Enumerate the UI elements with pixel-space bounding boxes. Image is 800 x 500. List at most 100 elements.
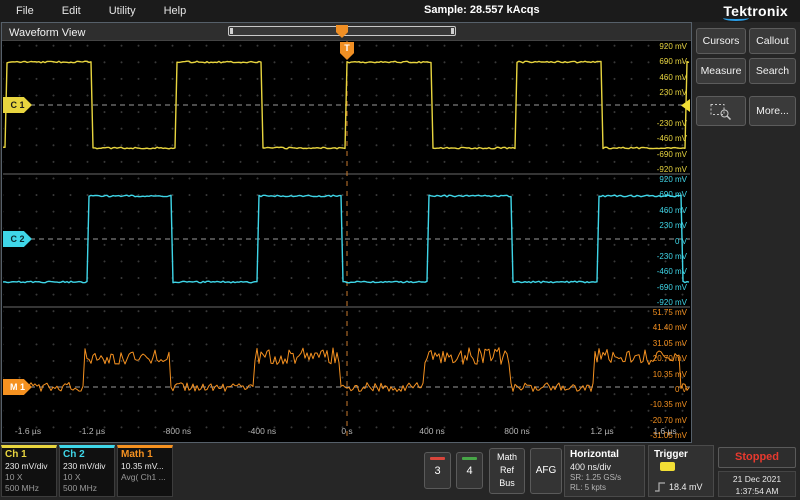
channel-badge-line: 500 MHz <box>5 483 53 494</box>
scale-label: 690 mV <box>635 190 687 199</box>
afg-label: AFG <box>536 465 557 476</box>
math1-badge[interactable]: Math 110.35 mV...Avg( Ch1 ... <box>117 445 173 497</box>
channel-badge-line: 10 X <box>63 472 111 483</box>
ref-label: Ref <box>490 464 524 477</box>
channel-3-button[interactable]: 3 <box>424 452 451 489</box>
scale-label: 460 mV <box>635 73 687 82</box>
horizontal-title: Horizontal <box>570 449 639 461</box>
math-ref-bus-button[interactable]: MathRefBus <box>489 448 525 494</box>
tektronix-logo: Tektronix <box>723 3 788 19</box>
horizontal-record-length: RL: 5 kpts <box>570 483 639 493</box>
time-value: 1:37:54 AM <box>719 485 795 497</box>
scale-label: 460 mV <box>635 206 687 215</box>
scale-label: -920 mV <box>635 165 687 174</box>
menu-file[interactable]: File <box>4 5 50 17</box>
channel-4-label: 4 <box>466 465 472 477</box>
waveform-trace-m1 <box>3 348 689 392</box>
scale-label: 0 V <box>635 385 687 394</box>
time-label: 1.2 µs <box>579 426 625 436</box>
date-value: 21 Dec 2021 <box>719 473 795 485</box>
scale-label: 920 mV <box>635 175 687 184</box>
channel-badge-name: Ch 2 <box>63 449 111 461</box>
control-panel: CursorsCalloutMeasureSearch More... <box>692 22 800 443</box>
oscilloscope-screen: FileEditUtilityHelp Sample: 28.557 kAcqs… <box>0 0 800 500</box>
channel-badge-line: 230 mV/div <box>5 461 53 472</box>
channel-badge-name: Math 1 <box>121 449 169 461</box>
scale-label: -920 mV <box>635 298 687 307</box>
settings-bar: Ch 1230 mV/div10 X500 MHzCh 2230 mV/div1… <box>0 443 800 500</box>
menu-help[interactable]: Help <box>152 5 203 17</box>
scale-label: 51.75 mV <box>635 308 687 317</box>
scale-label: 31.05 mV <box>635 339 687 348</box>
trigger-settings[interactable]: Trigger 18.4 mV <box>648 445 714 497</box>
waveform-view: Waveform View T 920 mV 690 mV 460 mV 230 mV… <box>1 22 692 443</box>
scale-label: -20.70 mV <box>635 416 687 425</box>
time-label: 1.6 µs <box>642 426 688 436</box>
acquisition-status-button[interactable]: Stopped <box>718 447 796 468</box>
scale-label: -460 mV <box>635 267 687 276</box>
menu-bar: FileEditUtilityHelp Sample: 28.557 kAcqs… <box>0 0 800 22</box>
time-label: -1.6 µs <box>5 426 51 436</box>
scale-label: -690 mV <box>635 150 687 159</box>
waveform-view-header: Waveform View <box>2 23 691 41</box>
channel-badge-line: 230 mV/div <box>63 461 111 472</box>
horizontal-sample-rate: SR: 1.25 GS/s <box>570 473 639 483</box>
scale-label: 920 mV <box>635 42 687 51</box>
scale-label: 41.40 mV <box>635 323 687 332</box>
scale-label: -460 mV <box>635 134 687 143</box>
math-label: Math <box>490 451 524 464</box>
trigger-title: Trigger <box>654 449 688 460</box>
trigger-source-badge <box>660 462 675 471</box>
sample-status: Sample: 28.557 kAcqs <box>424 4 540 16</box>
cursors-button[interactable]: Cursors <box>696 28 746 54</box>
horizontal-scale-value: 400 ns/div <box>570 461 639 473</box>
logo-swoosh-icon <box>723 15 749 21</box>
time-label: 0 s <box>324 426 370 436</box>
afg-button[interactable]: AFG <box>530 448 562 494</box>
channel-badge-line: 500 MHz <box>63 483 111 494</box>
time-label: 800 ns <box>494 426 540 436</box>
menu-bar-items: FileEditUtilityHelp <box>4 0 202 22</box>
trigger-indicator-label: T <box>344 43 350 53</box>
channel-badge-line: 10 X <box>5 472 53 483</box>
scale-label: 690 mV <box>635 57 687 66</box>
time-label: -800 ns <box>154 426 200 436</box>
more-button[interactable]: More... <box>749 96 796 126</box>
time-label: 400 ns <box>409 426 455 436</box>
scale-label: 0 V <box>635 237 687 246</box>
datetime-display: 21 Dec 2021 1:37:54 AM <box>718 471 796 497</box>
waveform-view-title: Waveform View <box>2 27 85 39</box>
scale-label: 230 mV <box>635 88 687 97</box>
callout-button[interactable]: Callout <box>749 28 796 54</box>
channel-4-color-dash <box>462 457 477 460</box>
trigger-level-value: 18.4 mV <box>669 481 703 493</box>
search-button[interactable]: Search <box>749 58 796 84</box>
scale-label: -690 mV <box>635 283 687 292</box>
scale-label: -230 mV <box>635 252 687 261</box>
menu-utility[interactable]: Utility <box>97 5 152 17</box>
scale-label: -230 mV <box>635 119 687 128</box>
channel-3-label: 3 <box>434 465 440 477</box>
scale-label: 10.35 mV <box>635 370 687 379</box>
bus-label: Bus <box>490 477 524 490</box>
measure-button[interactable]: Measure <box>696 58 746 84</box>
plot-area[interactable]: T 920 mV 690 mV 460 mV 230 mV -230 mV -460 mV… <box>3 41 690 440</box>
channel-badge-name: Ch 1 <box>5 449 53 461</box>
scale-label: 20.70 mV <box>635 354 687 363</box>
menu-edit[interactable]: Edit <box>50 5 97 17</box>
zoom-mode-button[interactable] <box>696 96 746 126</box>
channel-3-color-dash <box>430 457 445 460</box>
zoom-overlay-icon <box>710 103 732 120</box>
time-label: -1.2 µs <box>69 426 115 436</box>
channel-4-button[interactable]: 4 <box>456 452 483 489</box>
ch1-badge[interactable]: Ch 1230 mV/div10 X500 MHz <box>1 445 57 497</box>
waveform-canvas <box>3 41 690 440</box>
channel-badge-line: 10.35 mV... <box>121 461 169 472</box>
scale-label: -10.35 mV <box>635 400 687 409</box>
time-label: -400 ns <box>239 426 285 436</box>
rising-edge-icon <box>654 482 666 492</box>
channel-badge-line: Avg( Ch1 ... <box>121 472 169 483</box>
trigger-position-marker-icon[interactable] <box>336 25 348 38</box>
ch2-badge[interactable]: Ch 2230 mV/div10 X500 MHz <box>59 445 115 497</box>
horizontal-settings[interactable]: Horizontal 400 ns/div SR: 1.25 GS/s RL: … <box>564 445 645 497</box>
